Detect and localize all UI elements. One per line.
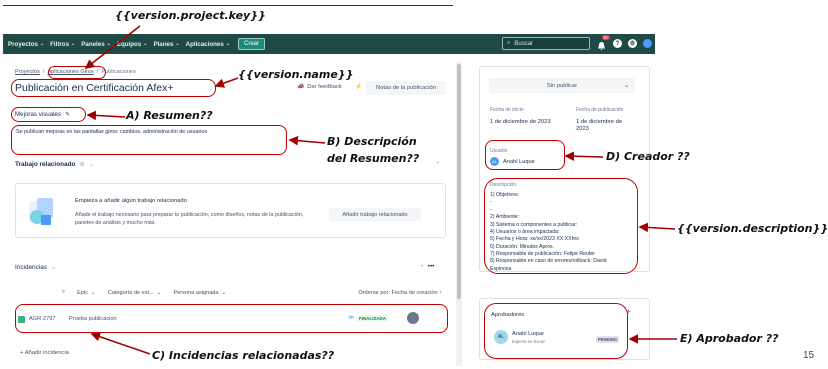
chevron-down-icon[interactable]: ⌄ [51, 263, 56, 271]
search-input[interactable]: ⌕ Buscar [502, 37, 590, 50]
help-icon[interactable]: ? [613, 39, 622, 48]
search-icon: ⌕ [507, 40, 511, 46]
page-number: 15 [803, 350, 815, 361]
issues-actions: + ••• [420, 263, 434, 270]
scrollbar-thumb[interactable] [457, 64, 461, 299]
annotation-version-name: {{version.name}} [238, 68, 354, 81]
search-placeholder: Buscar [514, 40, 534, 47]
add-related-work-button[interactable]: Añadir trabajo relacionado [329, 208, 421, 221]
nav-teams[interactable]: Equipos ⌄ [117, 41, 148, 48]
create-button[interactable]: Crear [237, 38, 265, 50]
nav-filters[interactable]: Filtros ⌄ [50, 41, 75, 48]
arrow-issues [90, 332, 151, 355]
annotation-project-key: {{version.project.key}} [115, 9, 266, 22]
annotation-summary: A) Resumen?? [126, 109, 213, 122]
annotation-version-description: {{version.description}} [677, 222, 828, 235]
feedback-button[interactable]: 📣 Dar feedback [297, 84, 342, 90]
slide: Proyectos ⌄ Filtros ⌄ Paneles ⌄ Equipos ⌄ Pl… [0, 0, 828, 369]
annotation-issues: C) Incidencias relacionadas?? [152, 349, 335, 362]
empty-state-title: Empieza a añadir algún trabajo relaciona… [75, 198, 187, 204]
add-icon[interactable]: + [420, 263, 424, 270]
annotation-creator: D) Creador ?? [606, 150, 690, 163]
filter-epic[interactable]: Epic ⌄ [77, 290, 96, 296]
nav-plans[interactable]: Planes ⌄ [153, 41, 179, 48]
highlight-issues [15, 304, 448, 333]
related-work-heading: Trabajo relacionado ⊕ ⌄ [15, 160, 95, 169]
highlight-description [11, 125, 287, 155]
top-divider [3, 5, 453, 6]
highlight-approver [484, 303, 628, 359]
release-date-label: Fecha de publicación [576, 107, 624, 113]
scrollbar[interactable] [456, 62, 462, 366]
notification-badge: 9+ [602, 35, 611, 40]
nav-icons: 9+ ? ⚙ [597, 35, 652, 51]
chevron-down-icon: ⌄ [624, 82, 629, 89]
release-status-dropdown[interactable]: Sin publicar ⌄ [489, 78, 635, 93]
search-icon[interactable]: ⌕ [62, 289, 65, 296]
highlight-breadcrumb [48, 66, 106, 79]
highlight-version-description [484, 178, 638, 274]
issues-heading: Incidencias ⌄ [15, 263, 57, 272]
arrow-name [214, 77, 239, 88]
highlight-title [11, 79, 216, 97]
megaphone-icon: 📣 [297, 84, 305, 90]
lightning-icon[interactable]: ⚡ [355, 84, 362, 90]
highlight-creator [485, 140, 565, 170]
more-icon[interactable]: ••• [428, 263, 435, 270]
highlight-summary [11, 107, 86, 122]
release-notes-button[interactable]: Notas de la publicación [366, 81, 446, 95]
nav-apps[interactable]: Aplicaciones ⌄ [186, 41, 230, 48]
filter-status-category[interactable]: Categoría de est... ⌄ [108, 290, 162, 296]
filter-assignee[interactable]: Persona asignada ⌄ [173, 290, 226, 296]
annotation-description-1: B) Descripción [327, 135, 417, 148]
release-date-value[interactable]: 1 de diciembre de [576, 119, 622, 125]
empty-state-body: Añade el trabajo necesario para preparar… [75, 212, 304, 227]
breadcrumb-projects[interactable]: Proyectos [15, 69, 40, 75]
nav-dashboards[interactable]: Paneles ⌄ [81, 41, 111, 48]
annotation-description-2: del Resumen?? [327, 152, 420, 165]
issue-filters: ⌕ Epic ⌄ Categoría de est... ⌄ Persona asi… [15, 286, 446, 299]
chevron-down-icon[interactable]: ⌄ [89, 160, 94, 168]
arrow-summary [86, 110, 126, 121]
settings-icon[interactable]: ⚙ [628, 39, 637, 48]
related-work-empty-state: Empieza a añadir algún trabajo relaciona… [15, 183, 446, 238]
sort-dropdown[interactable]: Ordenar por: Fecha de creación ↑ [358, 290, 442, 296]
illustration-icon [29, 198, 53, 225]
top-navigation: Proyectos ⌄ Filtros ⌄ Paneles ⌄ Equipos ⌄ Pl… [3, 34, 655, 54]
start-date-value[interactable]: 1 de diciembre de 2023 [490, 119, 551, 125]
annotation-approver: E) Aprobador ?? [680, 332, 779, 345]
info-icon[interactable]: ⊕ [79, 160, 84, 168]
notifications-icon[interactable]: 9+ [597, 35, 611, 51]
nav-projects[interactable]: Proyectos ⌄ [8, 41, 44, 48]
release-date-value-year: 2023 [576, 126, 589, 132]
breadcrumb-releases[interactable]: Publicaciones [101, 69, 136, 75]
add-related-icon[interactable]: + [436, 160, 440, 167]
start-date-label: Fecha de inicio [490, 107, 524, 113]
account-avatar[interactable] [643, 39, 652, 48]
arrow-description [288, 135, 326, 146]
add-issue-button[interactable]: + Añadir incidencia [20, 350, 69, 356]
